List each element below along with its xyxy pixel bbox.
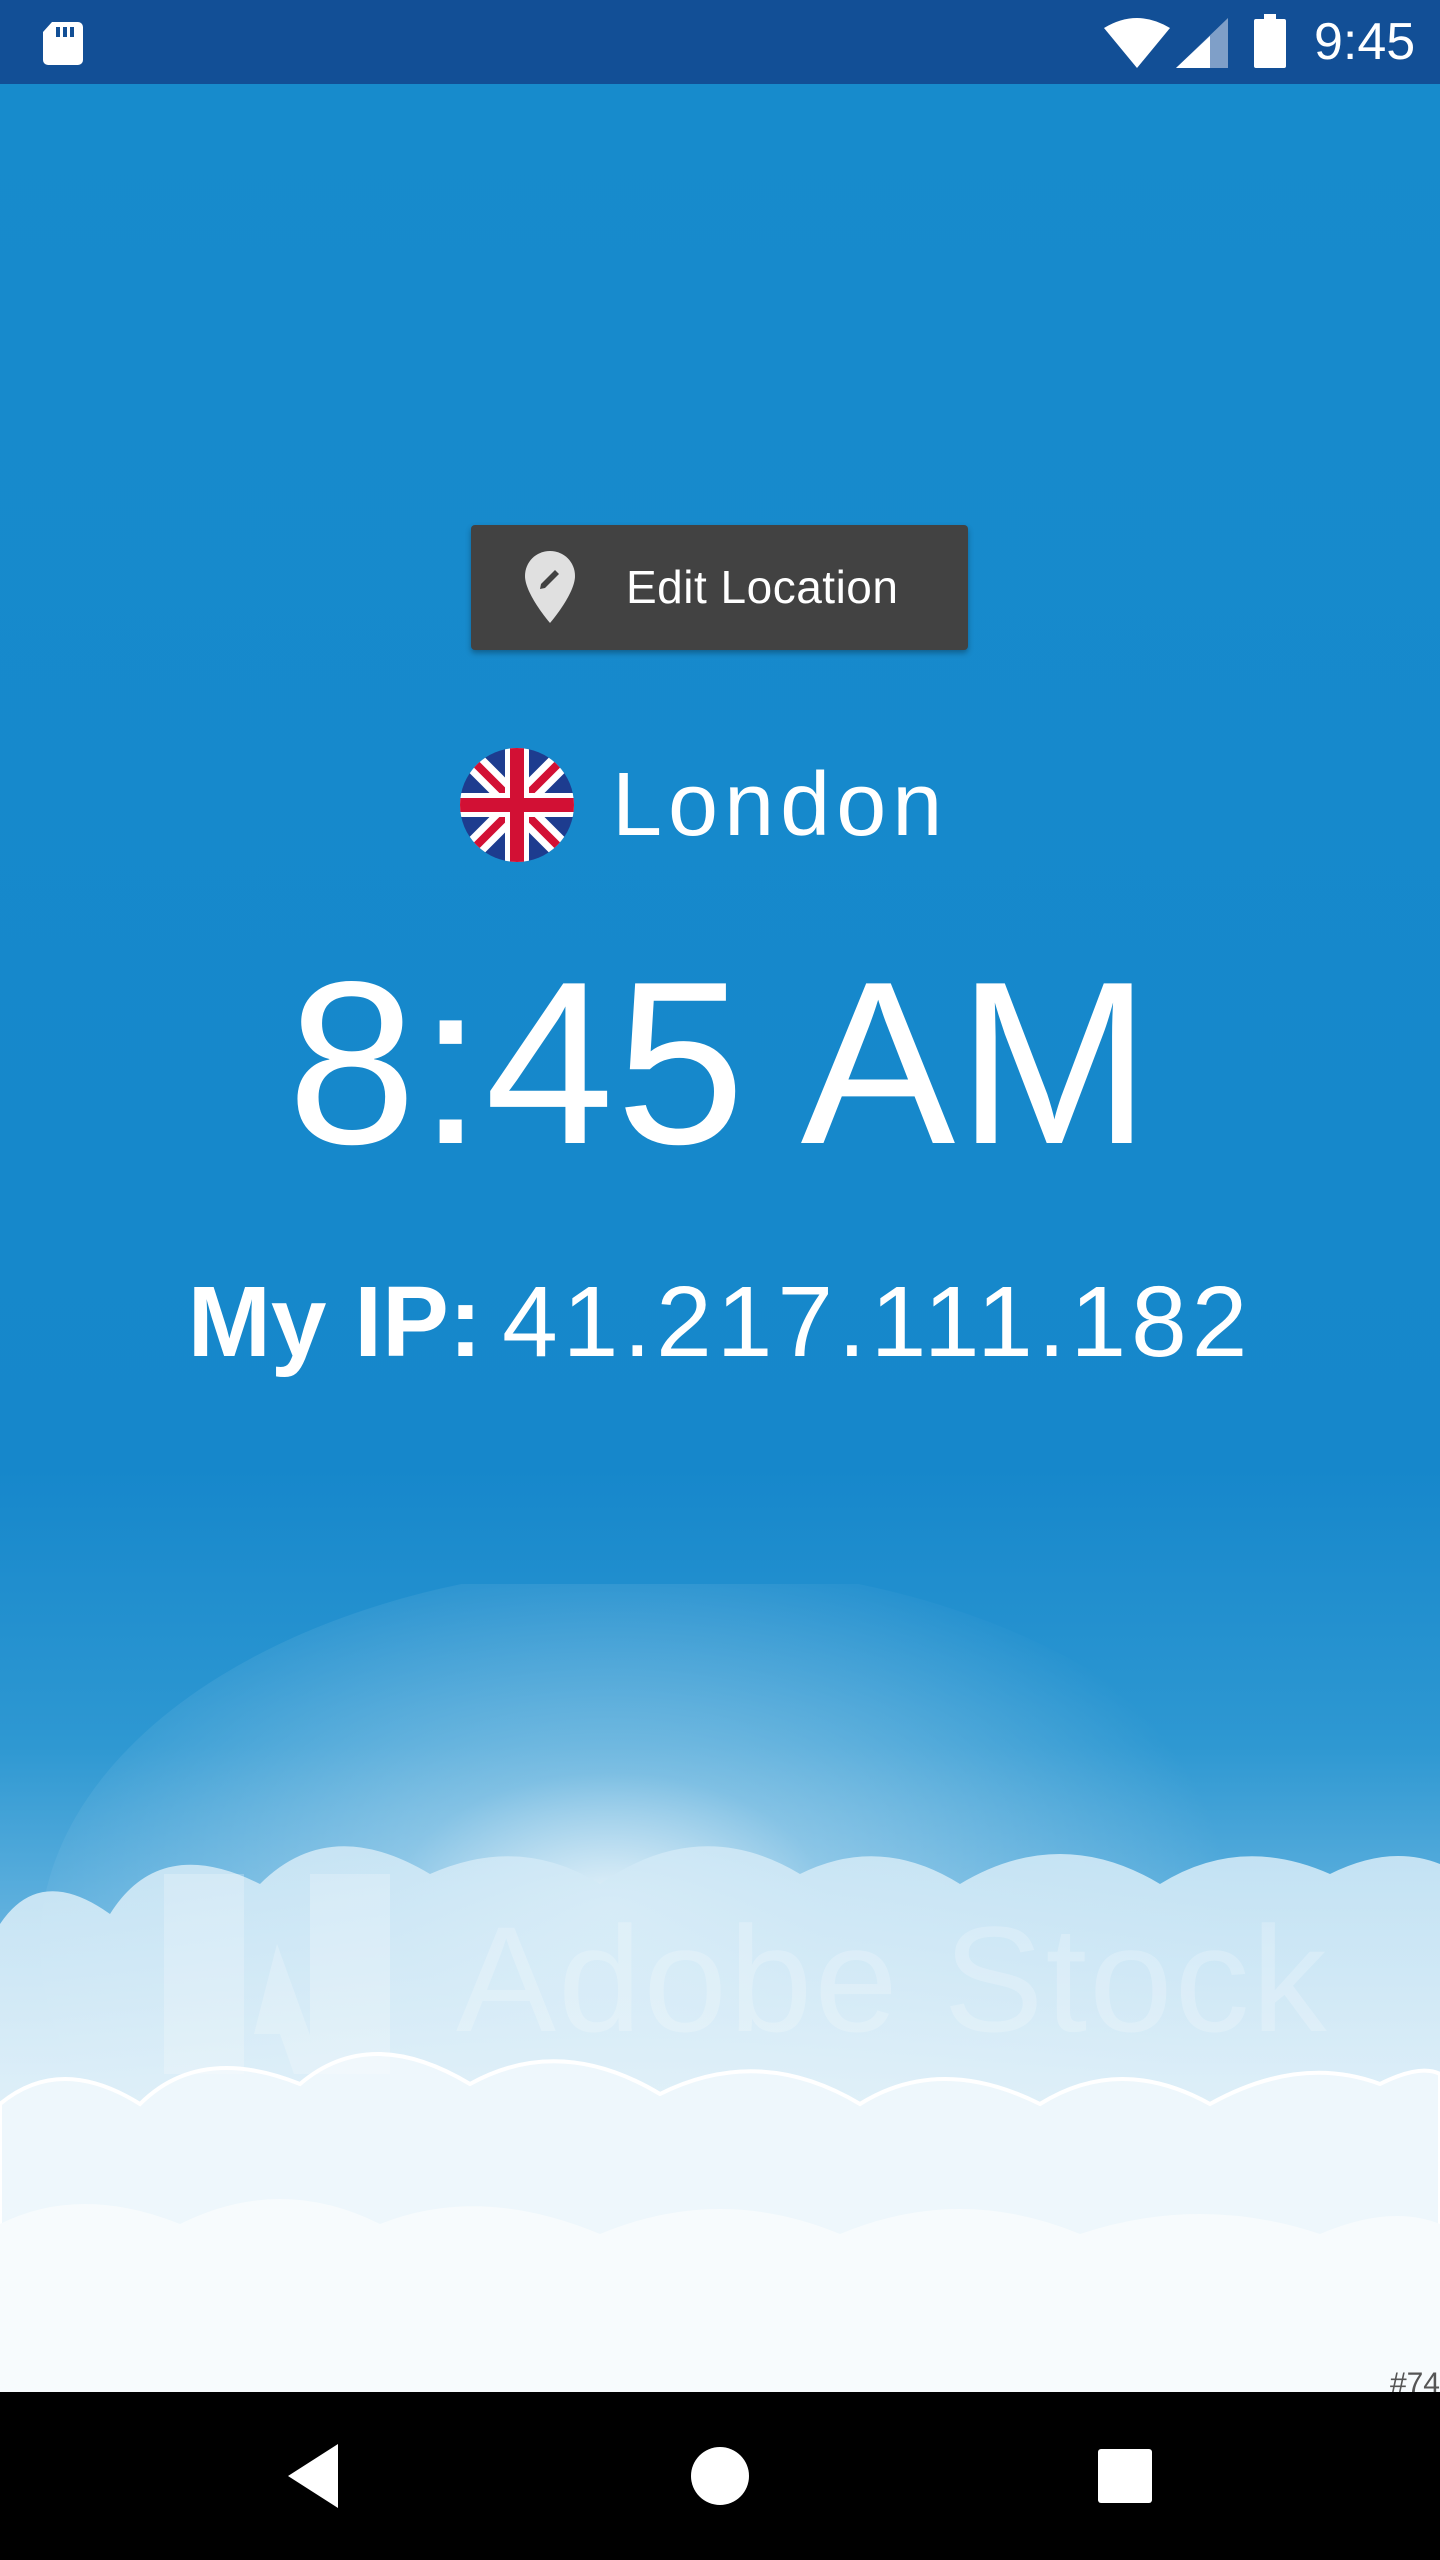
status-bar: 9:45 <box>0 0 1440 84</box>
recents-icon <box>1098 2449 1152 2503</box>
city-row: London <box>0 740 1440 870</box>
adobe-stock-watermark: Adobe Stock <box>160 1874 1327 2074</box>
edit-location-button[interactable]: Edit Location <box>471 525 968 650</box>
navigation-bar <box>0 2392 1440 2560</box>
wifi-icon <box>1104 18 1170 68</box>
local-time: 8:45 AM <box>287 934 1153 1193</box>
adobe-logo-icon <box>164 1874 390 2074</box>
home-icon <box>691 2447 749 2505</box>
ip-value: 41.217.111.182 <box>502 1266 1253 1378</box>
ip-label: My IP: <box>187 1266 483 1378</box>
sd-card-icon <box>43 22 83 65</box>
edit-location-pin-icon <box>525 551 575 623</box>
recents-button[interactable] <box>1075 2426 1175 2526</box>
corner-code: #74 <box>1389 2367 1440 2393</box>
city-name: London <box>612 755 949 855</box>
home-button[interactable] <box>670 2426 770 2526</box>
back-button[interactable] <box>266 2426 366 2526</box>
ip-row: My IP: 41.217.111.182 <box>0 1262 1440 1382</box>
uk-flag-icon <box>460 748 574 862</box>
app-screen: Adobe Stock Edit Location London 8:45 AM… <box>0 84 1440 2392</box>
back-icon <box>288 2444 338 2508</box>
cell-signal-icon <box>1176 18 1228 68</box>
status-clock: 9:45 <box>1314 13 1416 71</box>
battery-icon <box>1254 14 1286 68</box>
edit-location-label: Edit Location <box>626 561 899 613</box>
